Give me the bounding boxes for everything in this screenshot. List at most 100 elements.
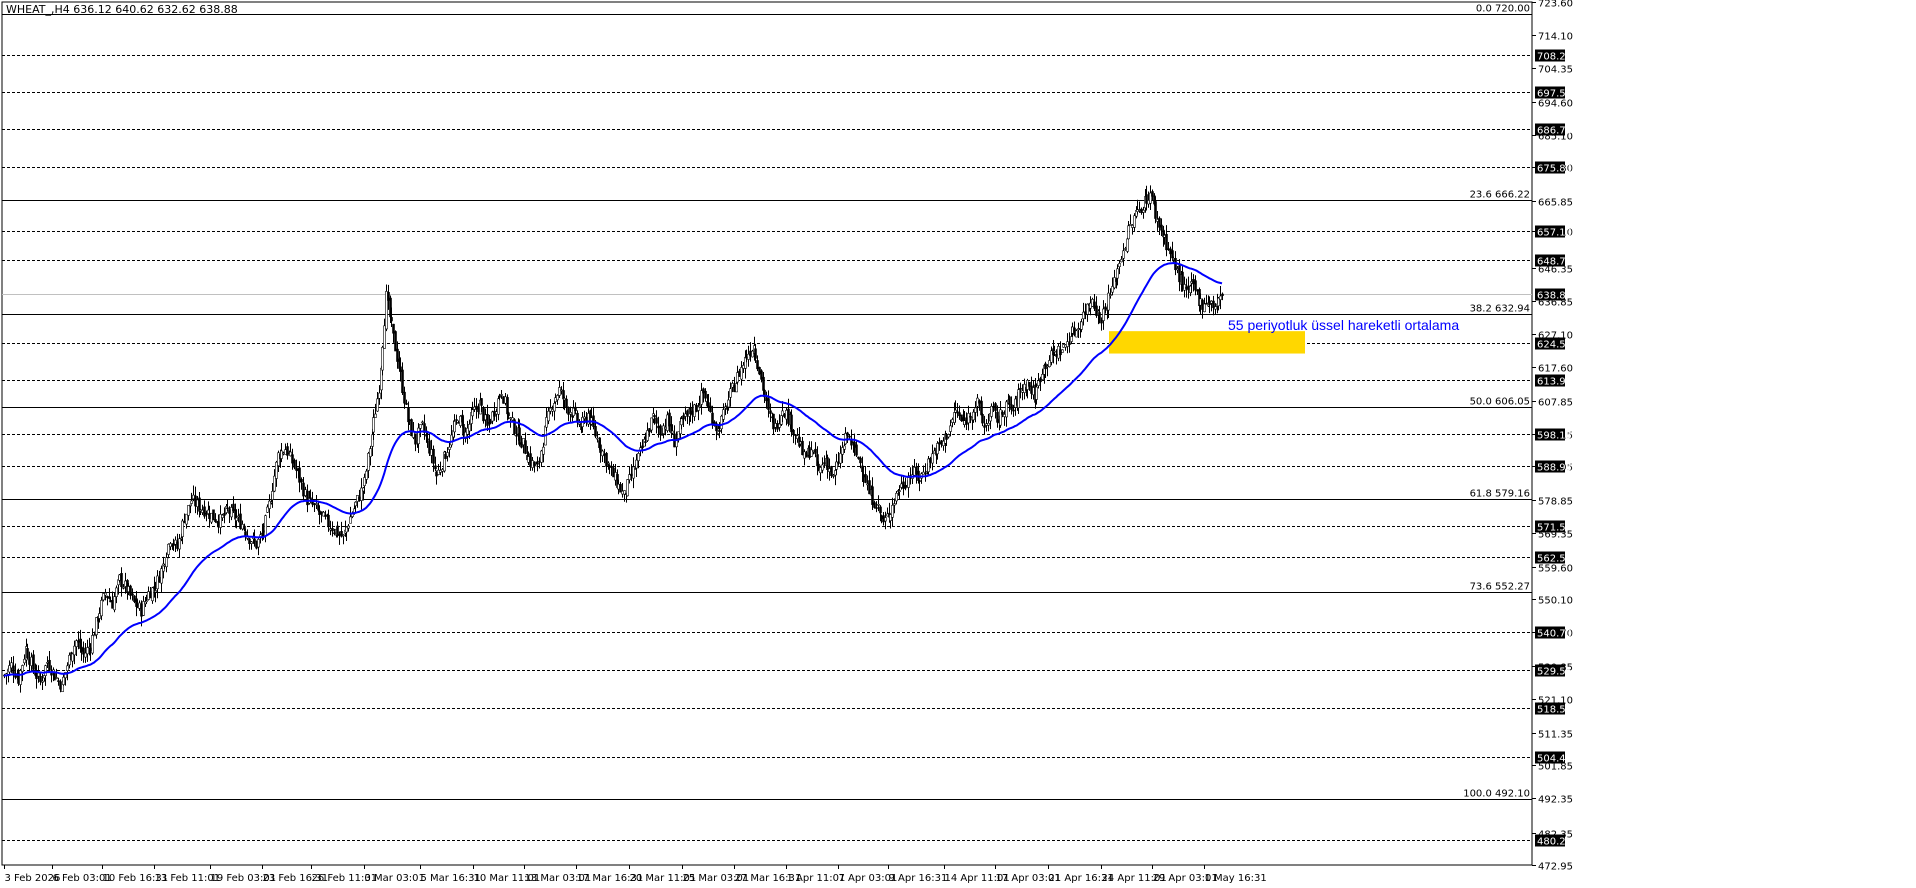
fib-label-5: 73.6 552.27 [1470,582,1530,593]
y-tick-label-26: 472.95 [1538,862,1573,873]
candle-body-593 [1071,326,1074,334]
candle-body-581 [1050,350,1053,363]
level-label-13: 540.70 [1537,629,1572,640]
y-tick-label-18: 550.10 [1538,596,1573,607]
candle-body-646 [1167,248,1170,250]
plot-frame [1,1,1533,866]
candle-body-502 [907,477,910,488]
candle-body-614 [1109,294,1112,296]
candle-body-5 [12,665,15,674]
candle-body-57 [106,595,109,599]
candle-body-560 [1012,409,1015,412]
candle-body-173 [315,503,318,505]
level-price-labels: 708.20 697.50 686.75 675.80 657.10 648.75 638.… [1535,49,1572,848]
candle-body-397 [718,430,721,432]
candle-body-55 [102,593,105,601]
candle-body-525 [949,425,952,432]
candle-body-623 [1126,238,1129,252]
candle-body-599 [1082,311,1085,320]
fib-label-6: 100.0 492.10 [1463,789,1530,800]
candle-body-671 [1212,300,1215,308]
fib-label-3: 50.0 606.05 [1470,397,1530,408]
candle-body-116 [212,509,215,521]
candle-body-672 [1214,306,1217,310]
candle-body-538 [972,411,975,421]
candle-body-296 [536,462,539,465]
candle-body-640 [1156,219,1159,222]
candle-body-670 [1210,300,1213,304]
candle-body-403 [729,388,732,398]
candle-body-122 [223,513,226,516]
candle-body-497 [898,490,901,492]
candle-body-104 [190,500,193,504]
support-zone-rect [1109,331,1305,354]
candle-body-201 [365,470,368,480]
candle-body-145 [264,515,267,536]
candle-body-43 [80,646,83,652]
candle-body-667 [1205,302,1208,305]
candle-body-222 [403,391,406,404]
candle-body-274 [497,398,500,415]
candle-body-71 [131,593,134,596]
candle-body-23 [44,665,47,676]
x-tick-label-8: 5 Mar 16:31 [421,873,481,884]
candle-body-203 [369,448,372,457]
candle-body-75 [138,602,141,609]
candle-body-645 [1165,233,1168,251]
candle-body-131 [239,513,242,529]
candle-body-566 [1023,383,1026,393]
candle-body-299 [542,446,545,455]
candle-body-629 [1136,209,1139,212]
candle-body-657 [1187,285,1190,291]
candle-body-9 [19,670,22,685]
candle-body-4 [10,662,13,669]
candle-body-454 [821,464,824,471]
candle-body-495 [895,492,898,502]
fib-label-1: 23.6 666.22 [1470,190,1530,201]
candle-body-115 [210,512,213,523]
candle-body-421 [762,376,765,391]
candle-body-136 [248,538,251,544]
candle-body-3 [8,665,11,673]
candle-body-206 [374,413,377,418]
candle-body-210 [381,347,384,371]
candle-body-97 [178,538,181,550]
candle-body-611 [1104,306,1107,309]
candle-body-221 [401,369,404,394]
candle-body-25 [48,659,51,671]
candle-body-238 [432,448,435,464]
candle-body-77 [142,601,145,616]
candle-body-49 [91,635,94,654]
candle-body-100 [183,520,186,523]
candle-body-94 [172,543,175,546]
candle-body-137 [250,541,253,544]
candle-body-80 [147,591,150,600]
candle-body-596 [1077,328,1080,331]
candle-body-485 [877,504,880,506]
y-tick-label-17: 559.60 [1538,564,1573,575]
candle-body-424 [767,398,770,410]
candle-body-228 [414,433,417,445]
candle-body-101 [185,513,188,525]
candle-body-112 [205,512,208,515]
candle-body-619 [1118,263,1121,267]
fib-label-2: 38.2 632.94 [1470,304,1530,315]
candle-body-654 [1181,271,1184,290]
candle-body-251 [455,419,458,421]
candle-body-74 [136,603,139,608]
x-tick-label-7: 3 Mar 03:01 [365,873,425,884]
candle-body-595 [1075,330,1078,338]
candle-body-493 [891,505,894,518]
candle-body-191 [347,525,350,529]
candle-body-573 [1035,386,1038,400]
candle-body-307 [556,395,559,401]
candle-body-662 [1196,289,1199,292]
candle-body-91 [167,543,170,555]
candle-body-40 [75,640,78,648]
candle-body-585 [1057,345,1060,359]
candle-body-399 [722,409,725,420]
candle-body-87 [160,568,163,584]
candle-body-109 [199,509,202,512]
candle-body-328 [594,426,597,437]
candle-body-636 [1149,192,1152,204]
